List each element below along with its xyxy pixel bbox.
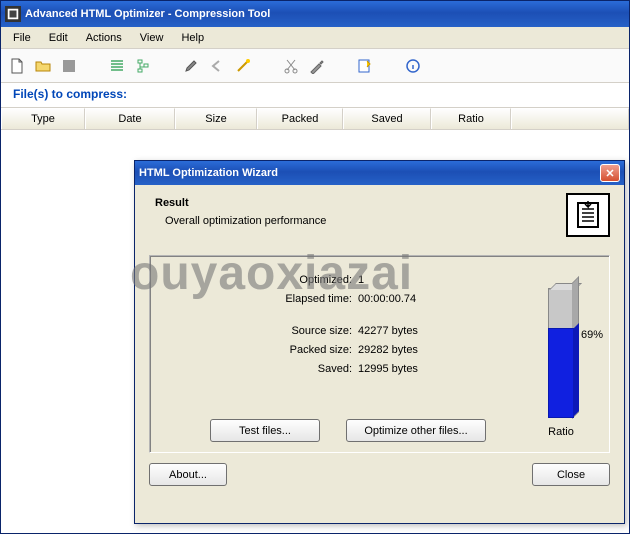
new-file-icon[interactable] [7,56,27,76]
list-icon[interactable] [107,56,127,76]
stat-saved: Saved: 12995 bytes [262,363,418,375]
info-icon[interactable] [403,56,423,76]
result-heading: Result [155,197,566,209]
files-to-compress-label: File(s) to compress: [1,83,629,108]
stop-icon[interactable] [59,56,79,76]
ratio-bar: 69% [548,288,574,418]
wizard-title: HTML Optimization Wizard [139,167,278,179]
cut-icon[interactable] [281,56,301,76]
wand-icon[interactable] [233,56,253,76]
arrow-left-icon[interactable] [207,56,227,76]
open-folder-icon[interactable] [33,56,53,76]
menu-edit[interactable]: Edit [41,30,76,46]
column-date[interactable]: Date [85,108,175,129]
compress-icon [566,193,610,237]
close-icon[interactable]: ✕ [600,164,620,182]
about-button[interactable]: About... [149,463,227,486]
menu-view[interactable]: View [132,30,172,46]
menubar: File Edit Actions View Help [1,27,629,49]
column-packed[interactable]: Packed [257,108,343,129]
ratio-percent-label: 69% [581,329,603,336]
stat-optimized: Optimized: 1 [262,274,364,286]
column-ratio[interactable]: Ratio [431,108,511,129]
column-type[interactable]: Type [1,108,85,129]
titlebar: Advanced HTML Optimizer - Compression To… [1,1,629,27]
menu-actions[interactable]: Actions [78,30,130,46]
wizard-titlebar: HTML Optimization Wizard ✕ [135,161,624,185]
menu-file[interactable]: File [5,30,39,46]
tree-icon[interactable] [133,56,153,76]
result-panel: Optimized: 1 Elapsed time: 00:00:00.74 S… [149,255,610,453]
brush-icon[interactable] [181,56,201,76]
settings-icon[interactable] [355,56,375,76]
window-title: Advanced HTML Optimizer - Compression To… [25,8,270,20]
tools-icon[interactable] [307,56,327,76]
wizard-dialog: HTML Optimization Wizard ✕ Result Overal… [134,160,625,524]
stat-elapsed: Elapsed time: 00:00:00.74 [262,293,416,305]
stats: Optimized: 1 Elapsed time: 00:00:00.74 S… [162,274,525,442]
result-subheading: Overall optimization performance [155,215,566,227]
app-icon [5,6,21,22]
stat-packed: Packed size: 29282 bytes [262,344,418,356]
stat-source: Source size: 42277 bytes [262,325,418,337]
column-rest [511,108,629,129]
menu-help[interactable]: Help [173,30,212,46]
ratio-chart: 69% Ratio [525,274,597,442]
ratio-chart-label: Ratio [548,426,574,438]
grid-header: Type Date Size Packed Saved Ratio [1,108,629,130]
column-saved[interactable]: Saved [343,108,431,129]
test-files-button[interactable]: Test files... [210,419,320,442]
close-button[interactable]: Close [532,463,610,486]
optimize-other-files-button[interactable]: Optimize other files... [346,419,486,442]
column-size[interactable]: Size [175,108,257,129]
toolbar [1,49,629,83]
